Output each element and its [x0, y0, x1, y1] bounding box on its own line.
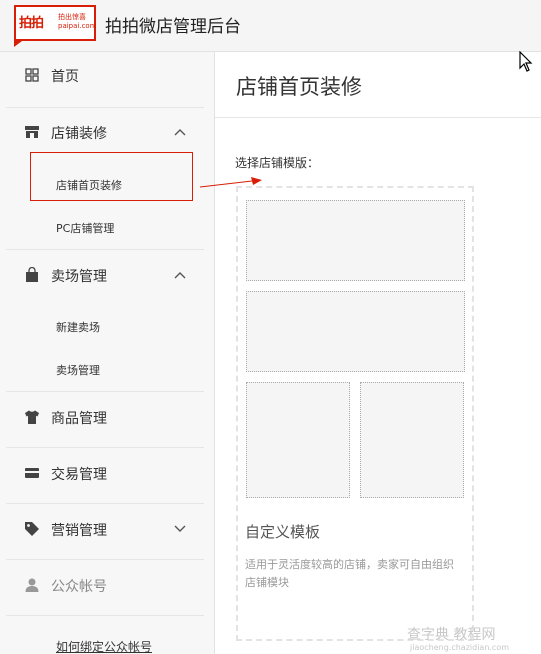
sidebar-subitem-pc-store[interactable]: PC店铺管理	[56, 220, 114, 236]
sidebar-item-label: 公众帐号	[51, 579, 107, 595]
sidebar-item-label: 营销管理	[51, 523, 107, 539]
tshirt-icon	[25, 410, 39, 424]
sidebar-subitem-new-venue[interactable]: 新建卖场	[56, 319, 100, 335]
logo-tagline-url: paipai.com	[58, 22, 97, 30]
sidebar-divider	[6, 615, 204, 616]
sidebar-item-trade[interactable]: 交易管理	[6, 447, 204, 503]
credit-card-icon	[25, 468, 39, 478]
user-icon	[25, 578, 39, 592]
sidebar-item-label: 店铺装修	[51, 126, 107, 142]
sidebar-item-goods[interactable]: 商品管理	[6, 391, 204, 447]
watermark: 查字典 教程网	[407, 627, 496, 643]
grid-icon	[25, 68, 39, 82]
sidebar-item-venue-management[interactable]: 卖场管理	[6, 249, 204, 305]
chevron-up-icon[interactable]	[174, 271, 186, 279]
app-title: 拍拍微店管理后台	[105, 17, 241, 37]
chevron-down-icon[interactable]	[174, 525, 186, 533]
choose-template-label: 选择店铺模版：	[235, 156, 320, 170]
logo-tagline: 拍出惊喜 paipai.com	[58, 13, 97, 31]
sidebar-item-public-account[interactable]: 公众帐号	[6, 559, 204, 615]
tag-icon	[25, 522, 39, 536]
template-title: 自定义模板	[245, 523, 321, 541]
sidebar-item-marketing[interactable]: 营销管理	[6, 503, 204, 559]
bind-public-account-link[interactable]: 如何绑定公众帐号	[56, 638, 152, 654]
sidebar-item-label: 商品管理	[51, 411, 107, 427]
app-header: 拍拍 拍出惊喜 paipai.com 拍拍微店管理后台	[0, 0, 541, 52]
mouse-cursor-icon	[519, 51, 533, 72]
sidebar-item-label: 首页	[51, 69, 79, 85]
logo-mark: 拍拍	[19, 16, 44, 31]
watermark-url: jiaocheng.chazidian.com	[410, 643, 510, 652]
template-slot	[246, 200, 465, 281]
template-slot	[360, 382, 464, 498]
store-icon	[25, 126, 39, 138]
template-slot	[246, 382, 350, 498]
shopping-bag-icon	[26, 267, 38, 282]
sidebar-item-label: 卖场管理	[51, 269, 107, 285]
highlight-box	[30, 152, 193, 201]
sidebar-item-label: 交易管理	[51, 467, 107, 483]
logo-tagline-cn: 拍出惊喜	[58, 13, 86, 21]
template-description: 适用于灵活度较高的店铺，卖家可自由组织店铺模块	[245, 558, 454, 589]
logo-tail	[14, 41, 22, 47]
paipai-logo[interactable]: 拍拍 拍出惊喜 paipai.com	[14, 5, 97, 47]
template-slot	[246, 291, 465, 372]
sidebar-item-home[interactable]: 首页	[6, 49, 204, 105]
chevron-up-icon[interactable]	[174, 128, 186, 136]
page-title: 店铺首页装修	[236, 75, 362, 99]
sidebar-subitem-venue-management[interactable]: 卖场管理	[56, 362, 100, 378]
title-divider	[215, 117, 541, 118]
